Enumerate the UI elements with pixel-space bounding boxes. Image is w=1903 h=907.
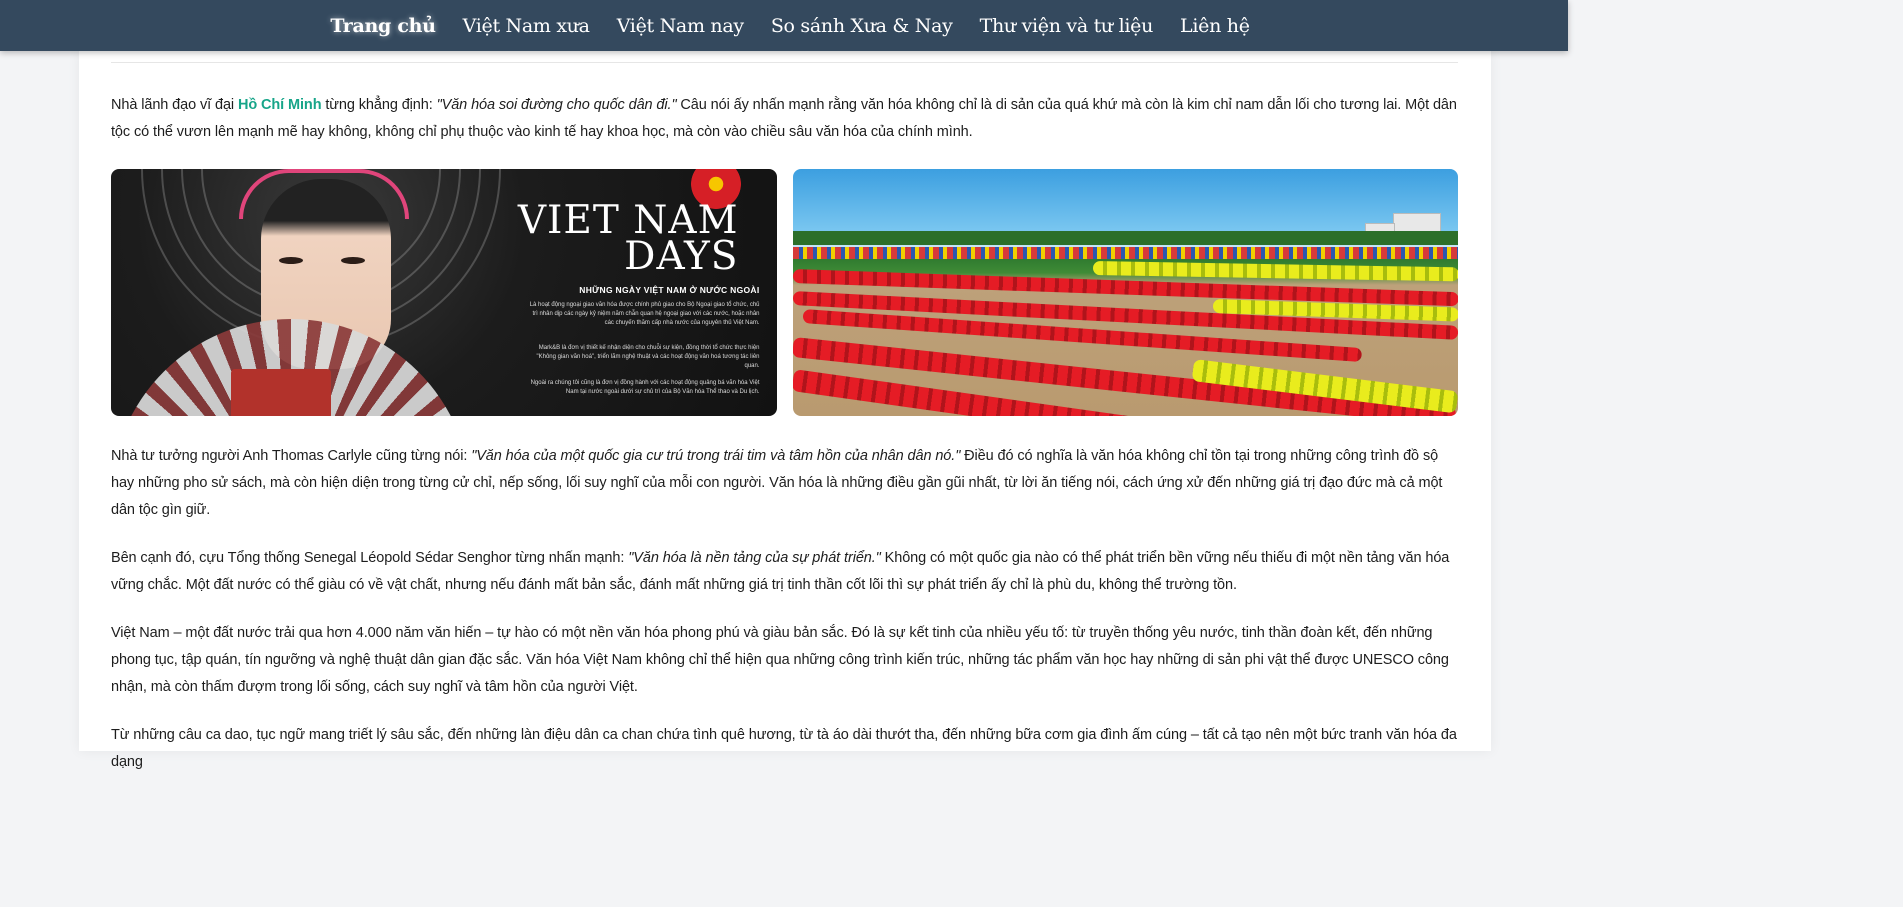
poster-subtitle: NHỮNG NGÀY VIỆT NAM Ở NƯỚC NGOÀI bbox=[579, 285, 760, 295]
nav-menu: Trang chủ Việt Nam xưa Việt Nam nay So s… bbox=[330, 15, 1250, 37]
divider bbox=[111, 62, 1458, 63]
paragraph-senghor: Bên cạnh đó, cựu Tổng thống Senegal Léop… bbox=[111, 545, 1458, 599]
boat-race-photo bbox=[792, 169, 1458, 416]
poster-title-line2: DAYS bbox=[624, 234, 739, 279]
paragraph-ho-chi-minh: Nhà lãnh đạo vĩ đại Hồ Chí Minh từng khẳ… bbox=[111, 92, 1458, 146]
nav-item-contact[interactable]: Liên hệ bbox=[1180, 15, 1250, 37]
article-body: Nhà lãnh đạo vĩ đại Hồ Chí Minh từng khẳ… bbox=[111, 92, 1458, 776]
quote-senghor: "Văn hóa là nền tảng của sự phát triển." bbox=[628, 550, 881, 566]
main-content-card: Nhà lãnh đạo vĩ đại Hồ Chí Minh từng khẳ… bbox=[79, 51, 1491, 770]
crowd-shore bbox=[792, 247, 1458, 259]
p1-before: Nhà lãnh đạo vĩ đại bbox=[111, 97, 238, 113]
nav-item-vietnam-past[interactable]: Việt Nam xưa bbox=[463, 15, 590, 37]
quote-thomas-carlyle: "Văn hóa của một quốc gia cư trú trong t… bbox=[471, 448, 961, 464]
highlight-name-ho-chi-minh: Hồ Chí Minh bbox=[237, 97, 322, 113]
paragraph-thomas-carlyle: Nhà tư tưởng người Anh Thomas Carlyle cũ… bbox=[111, 443, 1458, 524]
image-row: VIET NAM DAYS NHỮNG NGÀY VIỆT NAM Ở NƯỚC… bbox=[111, 169, 1458, 416]
paragraph-folk-culture: Từ những câu ca dao, tục ngữ mang triết … bbox=[111, 727, 1457, 770]
p3-before: Bên cạnh đó, cựu Tổng thống Senegal Léop… bbox=[111, 550, 629, 566]
viet-nam-days-poster-image: VIET NAM DAYS NHỮNG NGÀY VIỆT NAM Ở NƯỚC… bbox=[111, 169, 777, 416]
nav-link-vietnam-past[interactable]: Việt Nam xưa bbox=[463, 15, 590, 37]
p2-before: Nhà tư tưởng người Anh Thomas Carlyle cũ… bbox=[111, 448, 472, 464]
nav-item-library[interactable]: Thư viện và tư liệu bbox=[980, 15, 1154, 37]
poster-text-3: Ngoài ra chúng tôi cũng là đơn vị đồng h… bbox=[530, 380, 760, 395]
nav-item-vietnam-present[interactable]: Việt Nam nay bbox=[617, 15, 744, 37]
nav-item-compare[interactable]: So sánh Xưa & Nay bbox=[771, 15, 953, 37]
p1-middle: từng khẳng định: bbox=[321, 97, 437, 113]
eye bbox=[279, 257, 303, 264]
poster-text-2: Mark&B là đơn vị thiết kế nhận diện cho … bbox=[536, 345, 760, 369]
nav-item-home[interactable]: Trang chủ bbox=[330, 15, 436, 37]
quote-ho-chi-minh: "Văn hóa soi đường cho quốc dân đi." bbox=[436, 97, 677, 113]
nav-link-home[interactable]: Trang chủ bbox=[330, 15, 436, 37]
nav-link-compare[interactable]: So sánh Xưa & Nay bbox=[771, 15, 953, 37]
nav-link-contact[interactable]: Liên hệ bbox=[1180, 15, 1250, 37]
pink-headband bbox=[239, 169, 409, 219]
poster-text-1: Là hoạt động ngoại giao văn hóa được chí… bbox=[529, 302, 760, 326]
paragraph-vietnam-culture: Việt Nam – một đất nước trải qua hơn 4.0… bbox=[111, 625, 1449, 695]
tree-line bbox=[792, 231, 1458, 245]
eye bbox=[341, 257, 365, 264]
poster-title: VIET NAM DAYS bbox=[518, 201, 739, 279]
temple-illustration bbox=[231, 369, 331, 416]
race-boat bbox=[1092, 261, 1458, 282]
nav-link-vietnam-present[interactable]: Việt Nam nay bbox=[617, 15, 744, 37]
top-navbar: Trang chủ Việt Nam xưa Việt Nam nay So s… bbox=[0, 0, 1568, 51]
nav-link-library[interactable]: Thư viện và tư liệu bbox=[980, 15, 1154, 37]
